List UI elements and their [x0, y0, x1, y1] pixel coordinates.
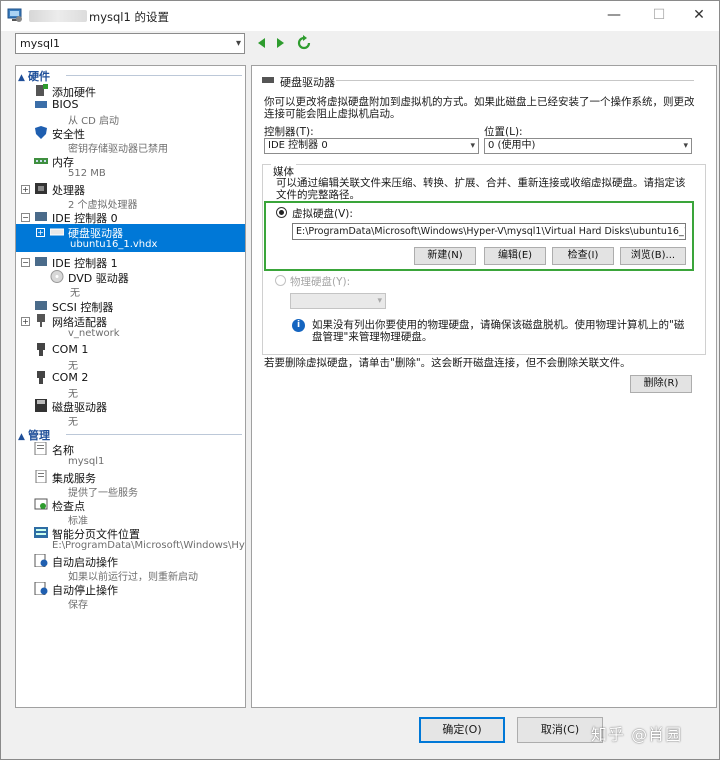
minimize-button[interactable]: —	[599, 5, 629, 25]
auto-stop-icon	[34, 582, 48, 595]
settings-tree: ▲ 硬件 添加硬件 BIOS 从 CD 启动 安全性 密钥存储驱动器已禁用 内存 …	[15, 65, 246, 708]
tree-item-com1[interactable]: COM 1 无	[16, 342, 245, 372]
vm-select-value: mysql1	[20, 37, 60, 50]
physical-disk-select[interactable]: ▾	[290, 293, 386, 309]
description-line-1: 你可以更改将虚拟硬盘附加到虚拟机的方式。如果此磁盘上已经安装了一个操作系统，则更…	[264, 96, 695, 108]
controller-icon	[35, 257, 47, 266]
tree-item-name[interactable]: 名称 mysql1	[16, 441, 245, 469]
remove-description: 若要删除虚拟硬盘，请单击"删除"。这会断开磁盘连接，但不会删除关联文件。	[264, 357, 631, 369]
dvd-icon	[50, 270, 64, 283]
management-category[interactable]: ▲ 管理	[18, 427, 50, 442]
virtual-disk-radio[interactable]	[276, 207, 287, 218]
tree-item-network-adapter[interactable]: + 网络适配器 v_network	[16, 313, 245, 341]
virtual-disk-highlight: 虚拟硬盘(V): E:\ProgramData\Microsoft\Window…	[264, 201, 694, 271]
location-label: 位置(L):	[484, 126, 523, 138]
close-button[interactable]: ✕	[684, 5, 714, 25]
ok-button[interactable]: 确定(O)	[419, 717, 505, 743]
add-hardware-icon	[36, 84, 48, 96]
physical-disk-label: 物理硬盘(Y):	[290, 276, 351, 288]
tree-item-memory[interactable]: 内存 512 MB	[16, 153, 245, 181]
chevron-down-icon: ▾	[470, 141, 475, 151]
virtual-disk-label: 虚拟硬盘(V):	[292, 208, 353, 220]
tree-item-processor[interactable]: + 处理器 2 个虚拟处理器	[16, 181, 245, 211]
browse-button[interactable]: 浏览(B)...	[620, 247, 686, 265]
vm-select[interactable]: mysql1 ▾	[15, 33, 245, 54]
inspect-button[interactable]: 检查(I)	[552, 247, 614, 265]
chevron-down-icon: ▾	[683, 141, 688, 151]
section-title: 硬盘驱动器	[280, 76, 335, 89]
toolbar: mysql1 ▾	[1, 31, 719, 57]
watermark: 知乎 @肖园	[591, 725, 683, 744]
new-button[interactable]: 新建(N)	[414, 247, 476, 265]
serial-port-icon	[37, 343, 45, 356]
document-icon	[35, 470, 47, 483]
description-line-2: 连接可能会阻止虚拟机启动。	[264, 108, 401, 120]
collapse-icon: ▲	[18, 73, 25, 83]
title-bar: mysql1 的设置 — ☐ ✕	[1, 1, 719, 31]
controller-select[interactable]: IDE 控制器 0 ▾	[264, 138, 479, 154]
tree-item-dvd-drive[interactable]: DVD 驱动器 无	[16, 269, 245, 299]
tree-item-bios[interactable]: BIOS 从 CD 启动	[16, 97, 245, 127]
serial-port-icon	[37, 371, 45, 384]
refresh-icon[interactable]	[296, 35, 312, 51]
media-description-line-1: 可以通过编辑关联文件来压缩、转换、扩展、合并、重新连接或收缩虚拟硬盘。请指定该	[276, 177, 686, 189]
vhd-path-input[interactable]: E:\ProgramData\Microsoft\Windows\Hyper-V…	[292, 223, 686, 240]
expand-icon[interactable]: +	[21, 317, 30, 326]
controller-icon	[35, 212, 47, 221]
expand-icon[interactable]: +	[21, 185, 30, 194]
controller-icon	[35, 301, 47, 310]
tree-item-com2[interactable]: COM 2 无	[16, 370, 245, 400]
info-line-1: 如果没有列出你要使用的物理硬盘，请确保该磁盘脱机。使用物理计算机上的"磁	[312, 319, 685, 331]
auto-start-icon	[34, 554, 48, 567]
previous-arrow-icon[interactable]	[254, 35, 270, 51]
remove-button[interactable]: 删除(R)	[630, 375, 692, 393]
collapse-icon[interactable]: −	[21, 258, 30, 267]
tree-item-automatic-stop[interactable]: 自动停止操作 保存	[16, 581, 245, 611]
name-tag-icon	[34, 442, 47, 455]
detail-pane: 硬盘驱动器 你可以更改将虚拟硬盘附加到虚拟机的方式。如果此磁盘上已经安装了一个操…	[251, 65, 717, 708]
collapse-icon[interactable]: −	[21, 213, 30, 222]
maximize-button[interactable]: ☐	[644, 5, 674, 25]
tree-item-checkpoints[interactable]: 检查点 标准	[16, 497, 245, 527]
memory-icon	[34, 158, 48, 164]
settings-window: mysql1 的设置 — ☐ ✕ mysql1 ▾ ▲ 硬件 添加硬件 BIOS…	[0, 0, 720, 760]
info-icon: i	[292, 319, 305, 332]
chip-icon	[35, 101, 47, 108]
physical-disk-radio[interactable]	[275, 275, 286, 286]
media-description-line-2: 文件的完整路径。	[276, 189, 360, 201]
hard-drive-icon	[262, 77, 274, 83]
diskette-icon	[35, 399, 47, 412]
chevron-down-icon: ▾	[377, 296, 382, 306]
edit-button[interactable]: 编辑(E)	[484, 247, 546, 265]
hyperv-settings-icon	[7, 8, 22, 22]
checkpoint-icon	[34, 498, 48, 510]
tree-item-automatic-start[interactable]: 自动启动操作 如果以前运行过，则重新启动	[16, 553, 245, 583]
processor-icon	[35, 183, 47, 194]
tree-item-security[interactable]: 安全性 密钥存储驱动器已禁用	[16, 125, 245, 155]
shield-icon	[35, 126, 47, 139]
paging-file-icon	[34, 527, 48, 538]
expand-icon[interactable]: +	[36, 228, 45, 237]
chevron-down-icon: ▾	[235, 38, 241, 49]
category-divider	[66, 75, 242, 76]
category-divider	[66, 434, 242, 435]
hard-drive-icon	[50, 228, 64, 236]
section-divider	[336, 80, 694, 81]
location-select[interactable]: 0 (使用中) ▾	[484, 138, 692, 154]
info-line-2: 盘管理"来管理物理硬盘。	[312, 331, 433, 343]
hardware-category[interactable]: ▲ 硬件	[18, 68, 50, 83]
window-title: mysql1 的设置	[89, 10, 169, 24]
blurred-host-name	[29, 10, 87, 22]
network-adapter-icon	[37, 314, 45, 327]
controller-label: 控制器(T):	[264, 126, 314, 138]
tree-item-diskette-drive[interactable]: 磁盘驱动器 无	[16, 398, 245, 428]
next-arrow-icon[interactable]	[272, 35, 288, 51]
tree-item-smart-paging[interactable]: 智能分页文件位置 E:\ProgramData\Microsoft\Window…	[16, 525, 245, 553]
tree-item-integration-services[interactable]: 集成服务 提供了一些服务	[16, 469, 245, 499]
tree-item-hard-drive[interactable]: + 硬盘驱动器 ubuntu16_1.vhdx	[16, 224, 245, 252]
